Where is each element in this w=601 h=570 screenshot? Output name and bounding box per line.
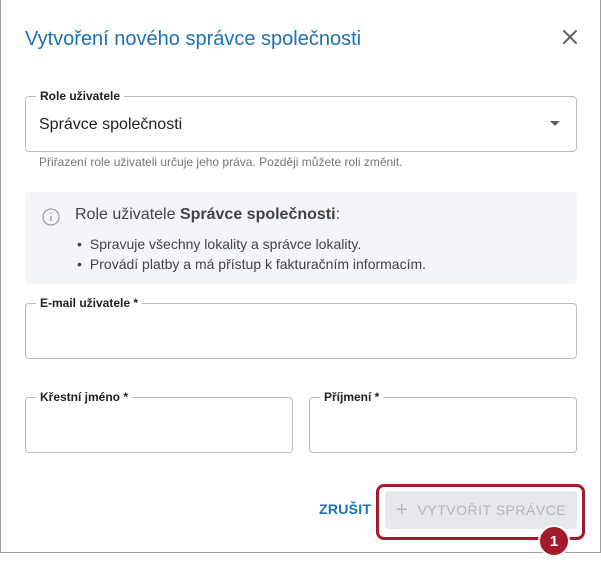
create-company-admin-dialog: Vytvoření nového správce společnosti Rol… [0,0,601,553]
first-name-field-label: Křestní jméno * [36,390,133,404]
last-name-field[interactable]: Příjmení * [309,390,577,453]
close-button[interactable] [557,24,583,50]
role-info-box: Role uživatele Správce společnosti: Spra… [25,192,577,284]
info-list: Spravuje všechny lokality a správce loka… [77,234,426,274]
create-admin-button-label: VYTVOŘIT SPRÁVCE [417,502,567,518]
role-select-value: Správce společnosti [39,116,183,133]
info-icon [42,208,60,226]
list-item: Provádí platby a má přístup k fakturační… [77,254,426,274]
first-name-field[interactable]: Křestní jméno * [25,390,293,453]
role-helper-text: Přiřazení role uživateli určuje jeho prá… [39,155,403,169]
plus-icon: + [395,499,408,521]
step-badge: 1 [538,525,570,557]
list-item: Spravuje všechny lokality a správce loka… [77,234,426,254]
cancel-button[interactable]: ZRUŠIT [319,501,371,517]
close-icon [563,30,577,44]
email-field-label: E-mail uživatele * [36,296,143,310]
role-select[interactable]: Role uživatele Správce společnosti [25,89,577,152]
create-admin-button[interactable]: + VYTVOŘIT SPRÁVCE [385,491,577,529]
dialog-title: Vytvoření nového správce společnosti [25,28,362,50]
info-title: Role uživatele Správce společnosti: [75,206,341,223]
role-select-label: Role uživatele [36,89,125,103]
last-name-field-label: Příjmení * [320,390,384,404]
dropdown-caret-icon[interactable] [550,121,560,126]
info-role-name: Správce společnosti [179,206,336,223]
email-field[interactable]: E-mail uživatele * [25,296,577,359]
